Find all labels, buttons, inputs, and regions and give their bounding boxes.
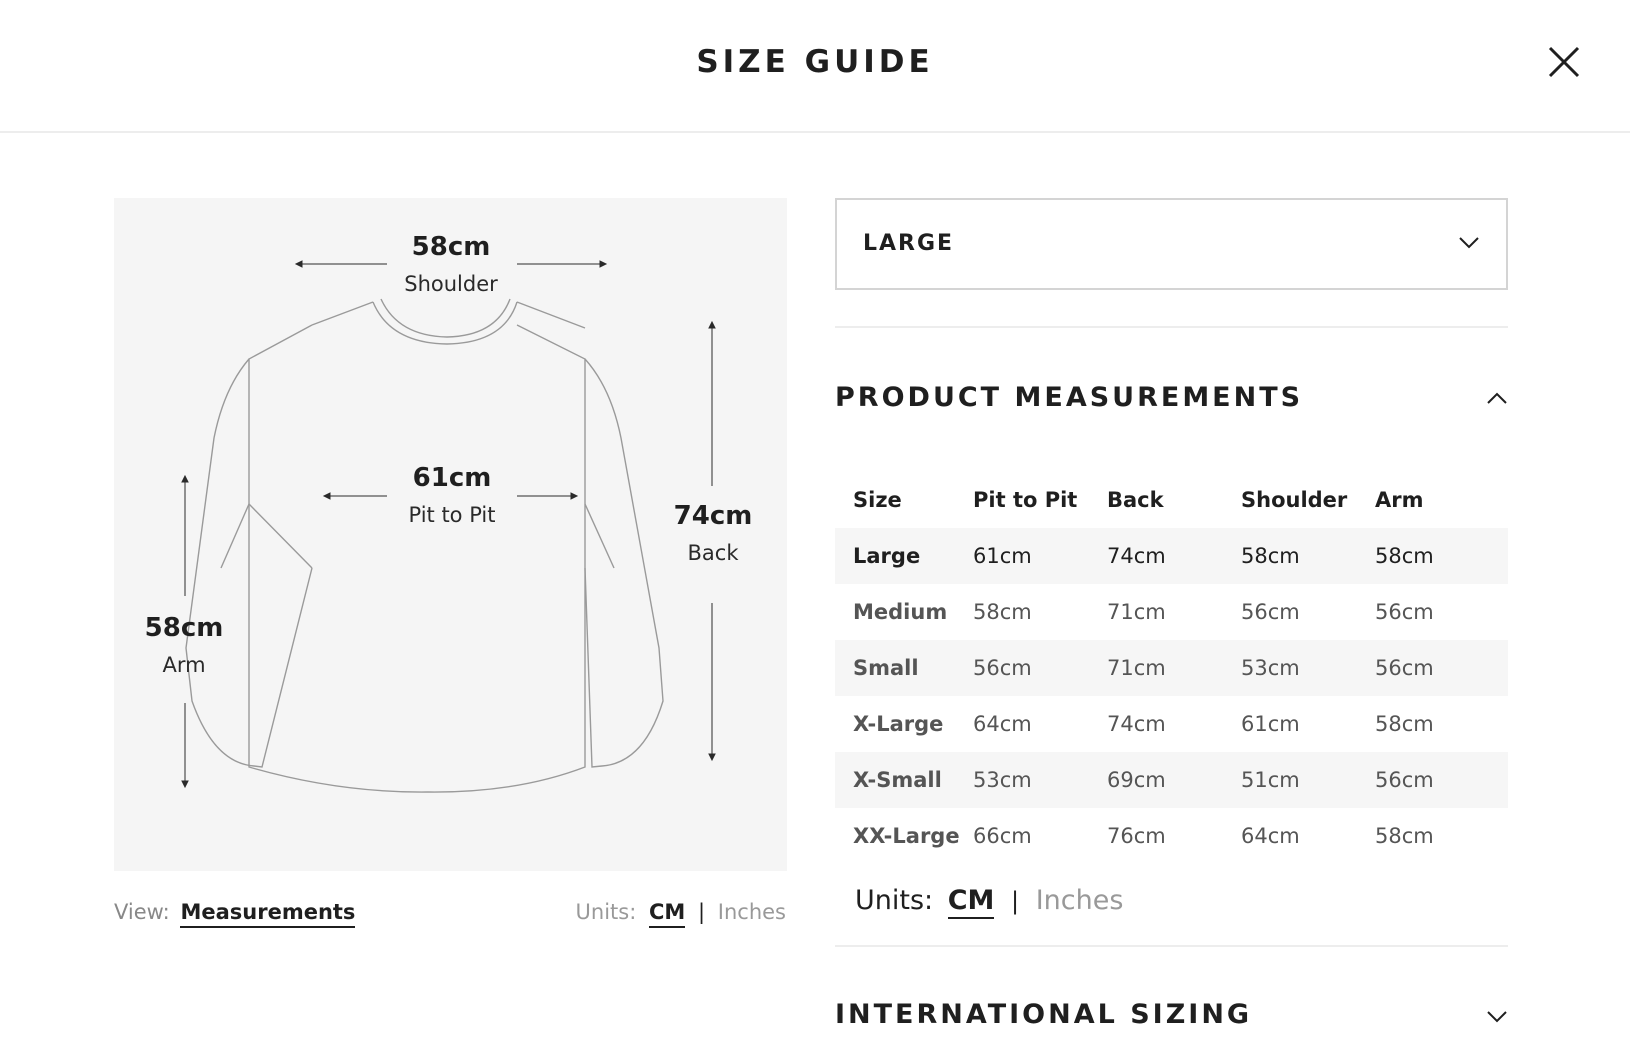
- divider: [835, 945, 1508, 947]
- back-measurement: 74cm Back: [633, 501, 793, 565]
- table-cell: 51cm: [1241, 768, 1300, 792]
- table-cell: 64cm: [973, 712, 1032, 736]
- column-header: Back: [1107, 488, 1164, 512]
- table-cell: 71cm: [1107, 656, 1166, 680]
- measurements-table: Size Pit to Pit Back Shoulder Arm Large …: [835, 472, 1508, 864]
- units-separator: |: [1011, 887, 1020, 915]
- table-cell: 58cm: [1241, 544, 1300, 568]
- close-button[interactable]: [1546, 44, 1582, 80]
- table-cell: 56cm: [1375, 656, 1434, 680]
- table-cell: 56cm: [973, 656, 1032, 680]
- international-sizing-heading[interactable]: INTERNATIONAL SIZING: [835, 999, 1252, 1030]
- table-cell: 74cm: [1107, 544, 1166, 568]
- modal-header: SIZE GUIDE: [0, 0, 1630, 133]
- size-cell: XX-Large: [853, 824, 960, 848]
- table-cell: 71cm: [1107, 600, 1166, 624]
- table-units-toggle: Units: CM | Inches: [855, 885, 1124, 919]
- table-cell: 74cm: [1107, 712, 1166, 736]
- column-header: Size: [853, 488, 902, 512]
- size-cell: Medium: [853, 600, 948, 624]
- pit-measurement: 61cm Pit to Pit: [372, 463, 532, 527]
- view-selector: View: Measurements: [114, 900, 356, 928]
- table-row: Small 56cm 71cm 53cm 56cm: [835, 640, 1508, 696]
- table-row: Medium 58cm 71cm 56cm 56cm: [835, 584, 1508, 640]
- units-inches-link[interactable]: Inches: [718, 900, 786, 924]
- units-separator: |: [698, 900, 706, 924]
- table-cell: 61cm: [1241, 712, 1300, 736]
- table-cell: 66cm: [973, 824, 1032, 848]
- table-cell: 76cm: [1107, 824, 1166, 848]
- back-label: Back: [687, 541, 739, 565]
- chevron-down-icon[interactable]: [1486, 1008, 1508, 1024]
- table-cell: 58cm: [973, 600, 1032, 624]
- chevron-down-icon: [1459, 237, 1479, 249]
- table-cell: 53cm: [973, 768, 1032, 792]
- shoulder-label: Shoulder: [404, 272, 498, 296]
- product-measurements-heading[interactable]: PRODUCT MEASUREMENTS: [835, 382, 1303, 413]
- table-cell: 53cm: [1241, 656, 1300, 680]
- table-cell: 64cm: [1241, 824, 1300, 848]
- close-icon: [1548, 46, 1580, 78]
- size-select[interactable]: LARGE: [835, 198, 1508, 290]
- arm-measurement: 58cm Arm: [104, 613, 264, 677]
- table-cell: 56cm: [1375, 600, 1434, 624]
- size-cell: Small: [853, 656, 919, 680]
- size-cell: X-Large: [853, 712, 944, 736]
- column-header: Shoulder: [1241, 488, 1348, 512]
- garment-diagram: 58cm Shoulder 61cm Pit to Pit 74cm Back …: [114, 198, 787, 871]
- pit-label: Pit to Pit: [408, 503, 496, 527]
- table-cell: 58cm: [1375, 544, 1434, 568]
- arm-value: 58cm: [144, 613, 224, 643]
- diagram-units-toggle: Units: CM | Inches: [575, 900, 786, 928]
- table-cell: 56cm: [1375, 768, 1434, 792]
- units-label: Units:: [855, 885, 934, 916]
- table-cell: 69cm: [1107, 768, 1166, 792]
- table-cell: 58cm: [1375, 712, 1434, 736]
- shoulder-measurement: 58cm Shoulder: [371, 232, 531, 296]
- size-cell: X-Small: [853, 768, 942, 792]
- table-row: XX-Large 66cm 76cm 64cm 58cm: [835, 808, 1508, 864]
- table-row: Large 61cm 74cm 58cm 58cm: [835, 528, 1508, 584]
- shoulder-value: 58cm: [411, 232, 491, 262]
- units-label: Units:: [575, 900, 637, 924]
- column-header: Arm: [1375, 488, 1424, 512]
- divider: [835, 326, 1508, 328]
- table-row: X-Small 53cm 69cm 51cm 56cm: [835, 752, 1508, 808]
- size-select-value: LARGE: [863, 231, 955, 256]
- pit-value: 61cm: [412, 463, 492, 493]
- units-cm-link[interactable]: CM: [947, 885, 995, 919]
- table-row: X-Large 64cm 74cm 61cm 58cm: [835, 696, 1508, 752]
- back-value: 74cm: [673, 501, 753, 531]
- chevron-up-icon[interactable]: [1486, 390, 1508, 406]
- units-inches-link[interactable]: Inches: [1036, 885, 1124, 916]
- table-cell: 56cm: [1241, 600, 1300, 624]
- table-header-row: Size Pit to Pit Back Shoulder Arm: [835, 472, 1508, 528]
- units-cm-link[interactable]: CM: [649, 900, 686, 928]
- column-header: Pit to Pit: [973, 488, 1078, 512]
- page-title: SIZE GUIDE: [696, 44, 934, 80]
- arm-label: Arm: [162, 653, 206, 677]
- table-cell: 61cm: [973, 544, 1032, 568]
- view-measurements-link[interactable]: Measurements: [180, 900, 356, 928]
- table-cell: 58cm: [1375, 824, 1434, 848]
- size-cell: Large: [853, 544, 921, 568]
- view-label: View:: [114, 900, 170, 924]
